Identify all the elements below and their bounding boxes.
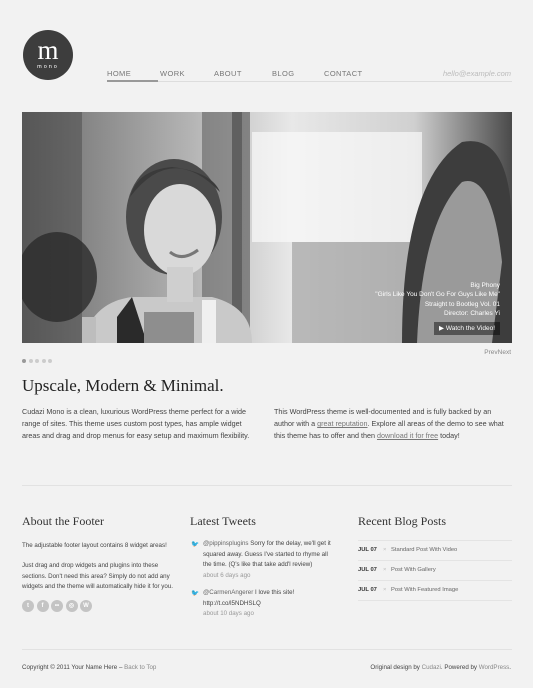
slide-dot[interactable] xyxy=(41,359,46,363)
post-date: JUL 07 xyxy=(358,587,377,593)
footer-divider xyxy=(22,649,512,650)
site-logo[interactable]: m mono xyxy=(23,30,73,80)
hero-slider[interactable]: Big Phony "Girls Like You Don't Go For G… xyxy=(22,112,512,343)
play-icon: ▶ xyxy=(439,324,445,332)
slide-dot[interactable] xyxy=(48,359,52,363)
wordpress-link[interactable]: WordPress xyxy=(479,664,510,671)
dribbble-icon[interactable]: ◎ xyxy=(65,600,78,612)
latest-tweets-title: Latest Tweets xyxy=(190,514,256,528)
copyright: Copyright © 2011 Your Name Here – Back t… xyxy=(22,664,156,671)
intro-title: Upscale, Modern & Minimal. xyxy=(22,376,224,395)
tweet-item: 🐦 @pippinsplugins Sorry for the delay, w… xyxy=(191,539,338,582)
header-email-link[interactable]: hello@example.com xyxy=(443,69,511,78)
nav-active-indicator xyxy=(107,80,158,82)
separator-icon: × xyxy=(383,547,387,553)
copyright-text: Copyright © 2011 Your Name Here – xyxy=(22,664,123,671)
credit-text: . xyxy=(509,664,511,671)
back-to-top-link[interactable]: Back to Top xyxy=(124,664,156,671)
twitter-bird-icon: 🐦 xyxy=(191,590,200,597)
facebook-icon[interactable]: f xyxy=(36,600,49,612)
about-footer-title: About the Footer xyxy=(22,514,104,528)
section-divider xyxy=(22,485,512,486)
great-reputation-link[interactable]: great reputation xyxy=(317,419,367,428)
about-footer-p2: Just drag and drop widgets and plugins i… xyxy=(22,562,173,590)
wordpress-icon[interactable]: W xyxy=(80,600,92,612)
slide-dot[interactable] xyxy=(35,359,39,363)
posts-bottom-rule xyxy=(358,600,512,601)
watch-video-button[interactable]: ▶ Watch the Video! xyxy=(434,321,500,335)
blog-post-row[interactable]: JUL 07 × Post With Gallery xyxy=(358,560,512,580)
twitter-icon[interactable]: t xyxy=(22,600,34,612)
intro-right-part: today! xyxy=(438,431,460,440)
slider-prevnext[interactable]: PrevNext xyxy=(484,349,511,356)
twitter-bird-icon: 🐦 xyxy=(191,541,200,548)
blog-post-row[interactable]: JUL 07 × Standard Post With Video xyxy=(358,540,512,560)
post-title[interactable]: Post With Gallery xyxy=(391,567,436,573)
nav-contact[interactable]: CONTACT xyxy=(324,69,363,78)
watch-video-label: Watch the Video! xyxy=(445,324,495,332)
post-date: JUL 07 xyxy=(358,567,377,573)
tweet-time[interactable]: about 10 days ago xyxy=(203,609,338,620)
logo-wordmark: mono xyxy=(37,64,59,70)
post-title[interactable]: Post With Featured Image xyxy=(391,587,458,593)
credits: Original design by Cudazi. Powered by Wo… xyxy=(370,664,511,671)
caption-line: Big Phony xyxy=(470,281,500,289)
blog-post-row[interactable]: JUL 07 × Post With Featured Image xyxy=(358,580,512,600)
nav-about[interactable]: ABOUT xyxy=(214,69,242,78)
download-link[interactable]: download it for free xyxy=(377,431,438,440)
about-footer-p1: The adjustable footer layout contains 8 … xyxy=(22,542,167,549)
flickr-icon[interactable]: •• xyxy=(51,600,63,612)
post-date: JUL 07 xyxy=(358,547,377,553)
intro-left-text: Cudazi Mono is a clean, luxurious WordPr… xyxy=(22,407,250,440)
slider-pagination xyxy=(22,350,55,368)
social-icons: t f •• ◎ W xyxy=(22,600,95,618)
recent-posts-title: Recent Blog Posts xyxy=(358,514,447,528)
nav-blog[interactable]: BLOG xyxy=(272,69,294,78)
nav-work[interactable]: WORK xyxy=(160,69,185,78)
tweet-time[interactable]: about 6 days ago xyxy=(203,571,338,582)
intro-right-text: This WordPress theme is well-documented … xyxy=(274,406,506,442)
logo-letter: m xyxy=(37,35,59,65)
caption-line: "Girls Like You Don't Go For Guys Like M… xyxy=(375,291,500,298)
tweet-handle[interactable]: @pippinsplugins xyxy=(203,540,249,547)
caption-line: Straight to Bootleg Vol. 01 xyxy=(424,300,500,308)
tweet-item: 🐦 @CarmenAngerer I love this site! http:… xyxy=(191,588,338,620)
nav-home[interactable]: HOME xyxy=(107,69,131,78)
credit-text: . Powered by xyxy=(440,664,478,671)
separator-icon: × xyxy=(383,587,387,593)
credit-text: Original design by xyxy=(370,664,420,671)
tweet-handle[interactable]: @CarmenAngerer xyxy=(203,589,253,596)
nav-divider xyxy=(107,81,512,82)
separator-icon: × xyxy=(383,567,387,573)
post-title[interactable]: Standard Post With Video xyxy=(391,547,457,553)
caption-line: Director: Charles Yi xyxy=(444,310,500,317)
slide-dot[interactable] xyxy=(28,359,33,363)
slide-caption: Big Phony "Girls Like You Don't Go For G… xyxy=(375,281,500,335)
cudazi-link[interactable]: Cudazi xyxy=(422,664,441,671)
slide-dot[interactable] xyxy=(22,359,26,363)
